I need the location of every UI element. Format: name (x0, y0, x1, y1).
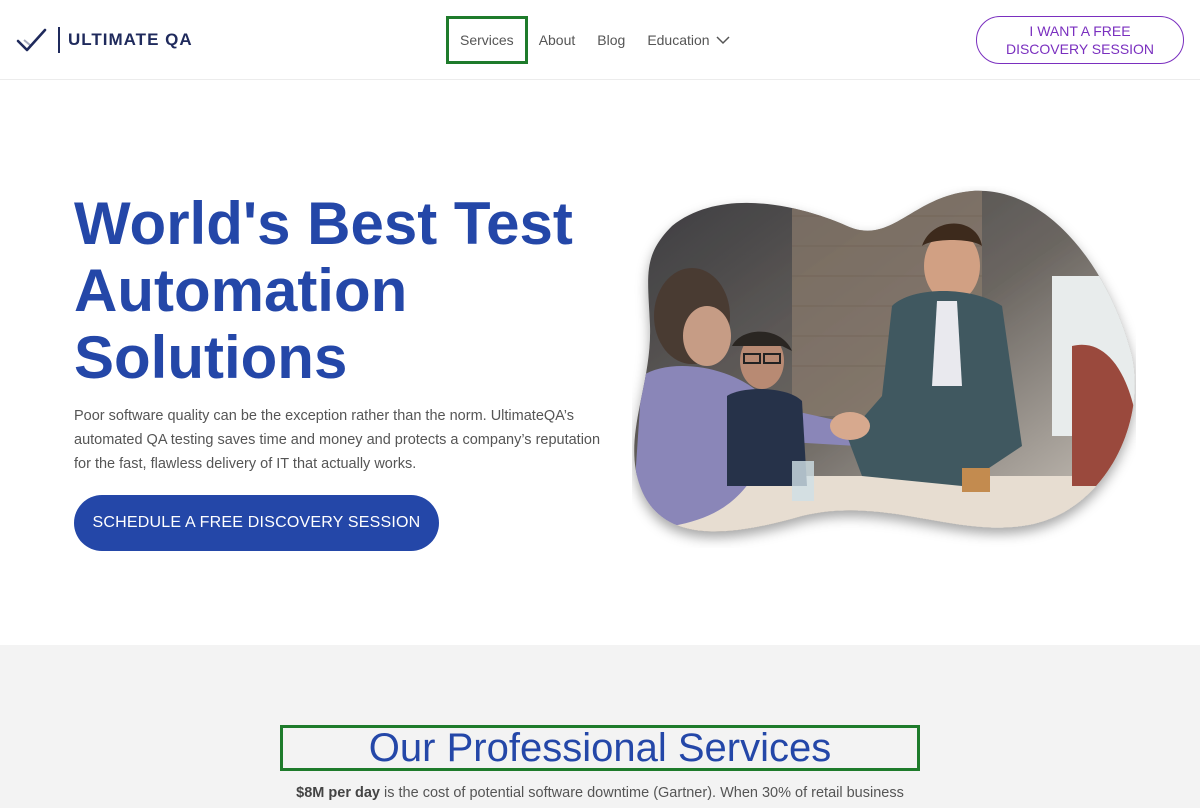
services-intro-text: is the cost of potential software downti… (379, 785, 904, 801)
hero-title: World's Best Test Automation Solutions (74, 190, 573, 391)
nav-item-blog[interactable]: Blog (597, 32, 625, 48)
services-intro-bold: $8M per day (296, 785, 380, 801)
chevron-down-icon (716, 32, 730, 48)
services-section-title: Our Professional Services (280, 725, 920, 771)
nav-item-label: Services (460, 32, 514, 48)
checkmark-logo-icon (16, 26, 48, 54)
logo[interactable]: ULTIMATE QA (16, 24, 193, 56)
nav-item-about[interactable]: About (539, 32, 576, 48)
nav-item-label: Education (647, 32, 710, 48)
nav-item-label: Blog (597, 32, 626, 48)
nav-item-label: About (538, 32, 576, 48)
schedule-discovery-session-button[interactable]: SCHEDULE A FREE DISCOVERY SESSION (74, 495, 439, 551)
handshake-meeting-image (632, 186, 1136, 548)
services-section: Our Professional Services $8M per day is… (0, 645, 1200, 808)
services-intro: $8M per day is the cost of potential sof… (260, 781, 940, 805)
main-nav: Services About Blog Education (446, 16, 752, 64)
hero-paragraph: Poor software quality can be the excepti… (74, 408, 601, 472)
nav-item-services[interactable]: Services (446, 16, 528, 64)
logo-divider (58, 27, 60, 53)
nav-item-education[interactable]: Education (647, 32, 730, 48)
site-header: ULTIMATE QA Services About Blog Educatio… (0, 0, 1200, 80)
logo-text: ULTIMATE QA (68, 30, 193, 49)
free-discovery-session-button[interactable]: I WANT A FREE DISCOVERY SESSION (976, 16, 1184, 64)
